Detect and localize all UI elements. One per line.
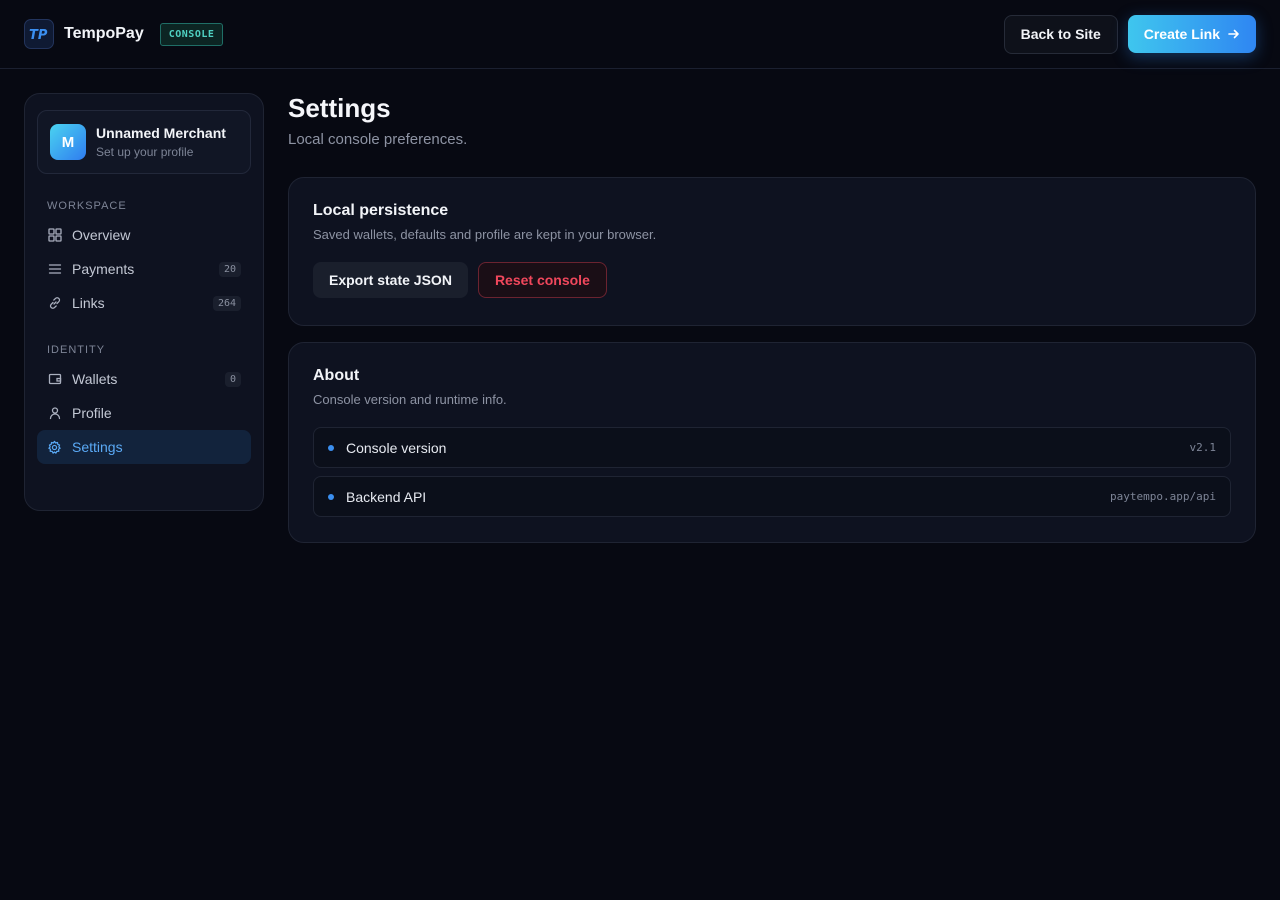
sidebar-item-profile[interactable]: Profile — [37, 396, 251, 430]
sidebar-item-wallets[interactable]: Wallets 0 — [37, 362, 251, 396]
list-icon — [47, 262, 62, 277]
arrow-right-icon — [1228, 29, 1239, 39]
sidebar-item-label: Links — [72, 295, 105, 311]
wallet-icon — [47, 372, 62, 387]
page-title: Settings — [288, 93, 391, 123]
about-card: About Console version and runtime info. … — [288, 342, 1256, 543]
grid-icon — [47, 228, 62, 243]
avatar: M — [50, 124, 86, 160]
top-bar: TP TempoPay CONSOLE Back to Site Create … — [0, 0, 1280, 69]
user-icon — [47, 406, 62, 421]
main-content: Settings Local console preferences. Loca… — [288, 93, 1256, 543]
section-label-workspace: WORKSPACE — [47, 200, 127, 212]
page-subtitle: Local console preferences. — [288, 131, 468, 148]
links-count-badge: 264 — [212, 295, 241, 311]
info-label: Console version — [346, 439, 447, 456]
sidebar-item-label: Profile — [72, 405, 112, 421]
sidebar-item-payments[interactable]: Payments 20 — [37, 252, 251, 286]
merchant-name: Unnamed Merchant — [96, 125, 226, 141]
sidebar-item-overview[interactable]: Overview — [37, 218, 251, 252]
sidebar-item-links[interactable]: Links 264 — [37, 286, 251, 320]
local-persistence-card: Local persistence Saved wallets, default… — [288, 177, 1256, 326]
section-label-identity: IDENTITY — [47, 344, 106, 356]
create-link-label: Create Link — [1143, 26, 1220, 42]
sidebar-item-label: Payments — [72, 261, 135, 277]
top-bar-actions: Back to Site Create Link — [1003, 14, 1256, 54]
back-to-site-button[interactable]: Back to Site — [1003, 14, 1118, 54]
sidebar: M Unnamed Merchant Set up your profile W… — [24, 93, 264, 511]
reset-console-button[interactable]: Reset console — [477, 262, 607, 298]
merchant-card[interactable]: M Unnamed Merchant Set up your profile — [37, 110, 251, 174]
info-label: Backend API — [346, 488, 427, 505]
export-state-button[interactable]: Export state JSON — [313, 262, 468, 298]
tempopay-logo-icon[interactable]: TP — [24, 19, 54, 49]
card-description: Saved wallets, defaults and profile are … — [313, 227, 657, 242]
sidebar-item-label: Settings — [72, 439, 123, 455]
link-icon — [47, 296, 62, 311]
merchant-subtitle: Set up your profile — [96, 145, 194, 159]
payments-count-badge: 20 — [218, 261, 241, 277]
backend-api-row: Backend API paytempo.app/api — [313, 476, 1231, 517]
console-badge: CONSOLE — [159, 22, 224, 46]
sidebar-item-settings[interactable]: Settings — [37, 430, 251, 464]
svg-text:TP: TP — [29, 28, 48, 42]
console-version-row: Console version v2.1 — [313, 427, 1231, 468]
brand-name[interactable]: TempoPay — [64, 25, 144, 43]
gear-icon — [47, 440, 62, 455]
info-value: paytempo.app/api — [1110, 490, 1216, 503]
card-title: Local persistence — [313, 202, 449, 219]
sidebar-item-label: Overview — [72, 227, 131, 243]
status-dot-icon — [328, 444, 334, 451]
status-dot-icon — [328, 493, 334, 500]
card-title: About — [313, 367, 360, 384]
sidebar-item-label: Wallets — [72, 371, 118, 387]
wallets-count-badge: 0 — [224, 371, 241, 387]
info-value: v2.1 — [1189, 441, 1217, 454]
create-link-button[interactable]: Create Link — [1127, 15, 1256, 53]
card-description: Console version and runtime info. — [313, 392, 507, 407]
